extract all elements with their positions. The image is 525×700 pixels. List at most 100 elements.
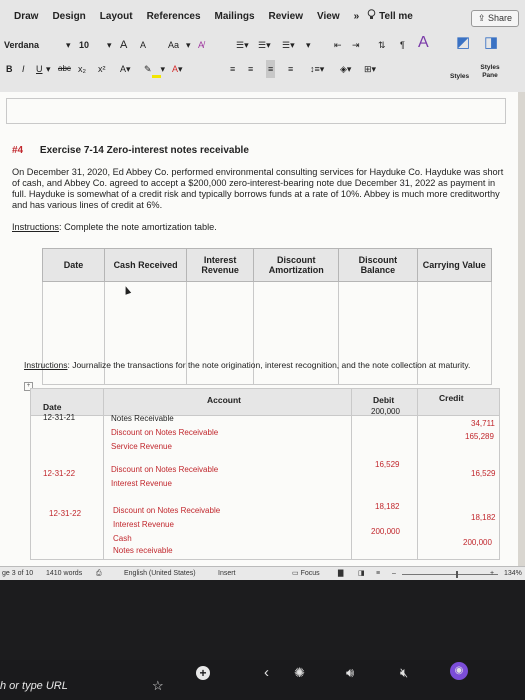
journal-account[interactable]: Discount on Notes Receivable	[111, 428, 218, 437]
show-formatting-button[interactable]: ¶	[400, 36, 405, 54]
tab-references[interactable]: References	[147, 11, 201, 22]
tab-review[interactable]: Review	[269, 11, 303, 22]
document-page[interactable]: #4 Exercise 7-14 Zero-interest notes rec…	[0, 92, 518, 566]
borders-icon[interactable]: ⊞▾	[364, 60, 376, 78]
journal-credit[interactable]: 34,711	[471, 419, 495, 428]
justify-icon[interactable]: ≡	[288, 60, 293, 78]
underline-chevron-icon[interactable]: ▾	[46, 60, 51, 78]
share-button[interactable]: ⇪ Share	[470, 10, 519, 27]
status-bar: ge 3 of 10 1410 words ⎙ English (United …	[0, 566, 525, 581]
journal-debit[interactable]: 16,529	[375, 460, 399, 469]
journal-debit[interactable]: 200,000	[371, 527, 400, 536]
tab-design[interactable]: Design	[52, 11, 85, 22]
bullets-icon[interactable]: ☰▾	[236, 36, 249, 54]
url-field[interactable]: h or type URL	[0, 680, 68, 692]
zoom-percent[interactable]: 134%	[504, 567, 522, 581]
tab-view[interactable]: View	[317, 11, 340, 22]
sort-icon[interactable]: ⇅	[378, 36, 386, 54]
increase-indent-icon[interactable]: ⇥	[352, 36, 360, 54]
zoom-slider-thumb[interactable]	[456, 571, 458, 578]
zoom-slider[interactable]	[402, 574, 498, 575]
brightness-icon[interactable]: ✺	[294, 665, 305, 681]
subscript-button[interactable]: x₂	[78, 60, 86, 78]
shrink-font-button[interactable]: A	[140, 36, 146, 54]
journal-debit[interactable]: 18,182	[375, 502, 399, 511]
journal-debit[interactable]: 200,000	[371, 407, 400, 416]
styles-icon[interactable]: ◩	[456, 34, 470, 52]
journal-account[interactable]: Notes Receivable	[111, 414, 174, 423]
clear-formatting-icon[interactable]: A̸	[198, 36, 204, 54]
insert-mode-status[interactable]: Insert	[218, 567, 236, 581]
text-effects-icon[interactable]: A	[418, 34, 429, 52]
align-right-icon[interactable]: ≡	[266, 60, 276, 78]
web-layout-icon[interactable]: ◨	[358, 567, 365, 581]
journal-credit[interactable]: 16,529	[471, 469, 495, 478]
journal-credit[interactable]: 165,289	[465, 432, 494, 441]
word-count[interactable]: 1410 words	[46, 567, 82, 581]
styles-pane-icon[interactable]: ◨	[484, 34, 498, 52]
journal-account[interactable]: Interest Revenue	[111, 479, 172, 488]
highlighter-icon: ✎	[144, 64, 152, 74]
tab-draw[interactable]: Draw	[14, 11, 38, 22]
bold-button[interactable]: B	[6, 60, 13, 78]
zoom-out-button[interactable]: –	[392, 567, 396, 581]
decrease-indent-button-icon[interactable]: ⇤	[334, 36, 342, 54]
align-left-icon[interactable]: ≡	[230, 60, 235, 78]
journal-account[interactable]: Service Revenue	[111, 442, 172, 451]
text-effects-button[interactable]: A▾	[120, 60, 131, 78]
font-name-chevron-icon[interactable]: ▾	[66, 36, 71, 54]
new-tab-icon[interactable]: +	[196, 666, 210, 680]
align-center-icon[interactable]: ≡	[248, 60, 253, 78]
font-color-button[interactable]: A▾	[172, 60, 183, 78]
volume-icon[interactable]: 🔊︎	[346, 665, 354, 681]
change-case-button[interactable]: Aa	[168, 36, 179, 54]
amortization-header-row: Date Cash Received Interest Revenue Disc…	[41, 248, 493, 282]
highlight-color-button[interactable]: ✎ ▾	[144, 60, 165, 78]
zoom-in-button[interactable]: +	[490, 567, 494, 581]
page-count[interactable]: ge 3 of 10	[2, 567, 33, 581]
journal-account[interactable]: Cash	[113, 534, 132, 543]
font-name-select[interactable]: Verdana	[4, 36, 39, 54]
instructions-label: Instructions	[12, 222, 59, 232]
superscript-button[interactable]: x²	[98, 60, 106, 78]
underline-button[interactable]: U	[36, 60, 43, 78]
outline-view-icon[interactable]: ≡	[376, 567, 380, 581]
journal-header-row: Date Account Debit Credit	[31, 389, 499, 416]
focus-button[interactable]: ▭ Focus	[292, 567, 320, 581]
ribbon-row-font: Verdana ▾ 10 ▾ A A Aa ▾ A̸ ☰▾ ☰▾ ☰▾ ▾ ⇤ …	[0, 34, 525, 54]
tell-me-search[interactable]: Tell me	[367, 9, 413, 23]
numbering-icon[interactable]: ☰▾	[258, 36, 271, 54]
proofing-icon[interactable]: ⎙	[96, 567, 102, 581]
instructions-text: : Complete the note amortization table.	[58, 222, 217, 232]
journal-credit[interactable]: 200,000	[463, 538, 492, 547]
shading-icon[interactable]: ◈▾	[340, 60, 351, 78]
italic-button[interactable]: I	[22, 60, 25, 78]
strikethrough-button[interactable]: abc	[58, 60, 71, 78]
journal-account[interactable]: Discount on Notes Receivable	[113, 506, 220, 515]
tab-layout[interactable]: Layout	[100, 11, 133, 22]
font-size-select[interactable]: 10	[79, 36, 89, 54]
bookmark-star-icon[interactable]: ☆	[152, 678, 164, 694]
decrease-indent-icon[interactable]: ▾	[306, 36, 311, 54]
grow-font-button[interactable]: A	[120, 36, 127, 54]
touch-bar: h or type URL ☆ + ‹ ✺ 🔊︎ 🔇︎ ◉	[0, 660, 525, 700]
more-tabs-button[interactable]: »	[354, 11, 360, 22]
journal-table[interactable]: Date Account Debit Credit 12-31-21 Notes…	[30, 388, 500, 560]
journal-credit[interactable]: 18,182	[471, 513, 495, 522]
print-layout-icon[interactable]: ▇	[338, 567, 343, 581]
highlight-swatch	[151, 75, 161, 78]
journal-account[interactable]: Discount on Notes Receivable	[111, 465, 218, 474]
mute-icon[interactable]: 🔇︎	[400, 665, 408, 681]
tab-mailings[interactable]: Mailings	[215, 11, 255, 22]
language-status[interactable]: English (United States)	[124, 567, 196, 581]
font-size-chevron-icon[interactable]: ▾	[107, 36, 112, 54]
siri-icon[interactable]: ◉	[450, 662, 468, 680]
line-spacing-icon[interactable]: ↕≡▾	[310, 60, 324, 78]
chevron-left-icon[interactable]: ‹	[264, 664, 269, 681]
journal-account[interactable]: Interest Revenue	[113, 520, 174, 529]
change-case-chevron-icon[interactable]: ▾	[186, 36, 191, 54]
multilevel-list-icon[interactable]: ☰▾	[282, 36, 295, 54]
journal-account[interactable]: Notes receivable	[113, 546, 173, 555]
font-color-icon: A	[172, 64, 179, 74]
styles-label: Styles	[450, 73, 470, 80]
